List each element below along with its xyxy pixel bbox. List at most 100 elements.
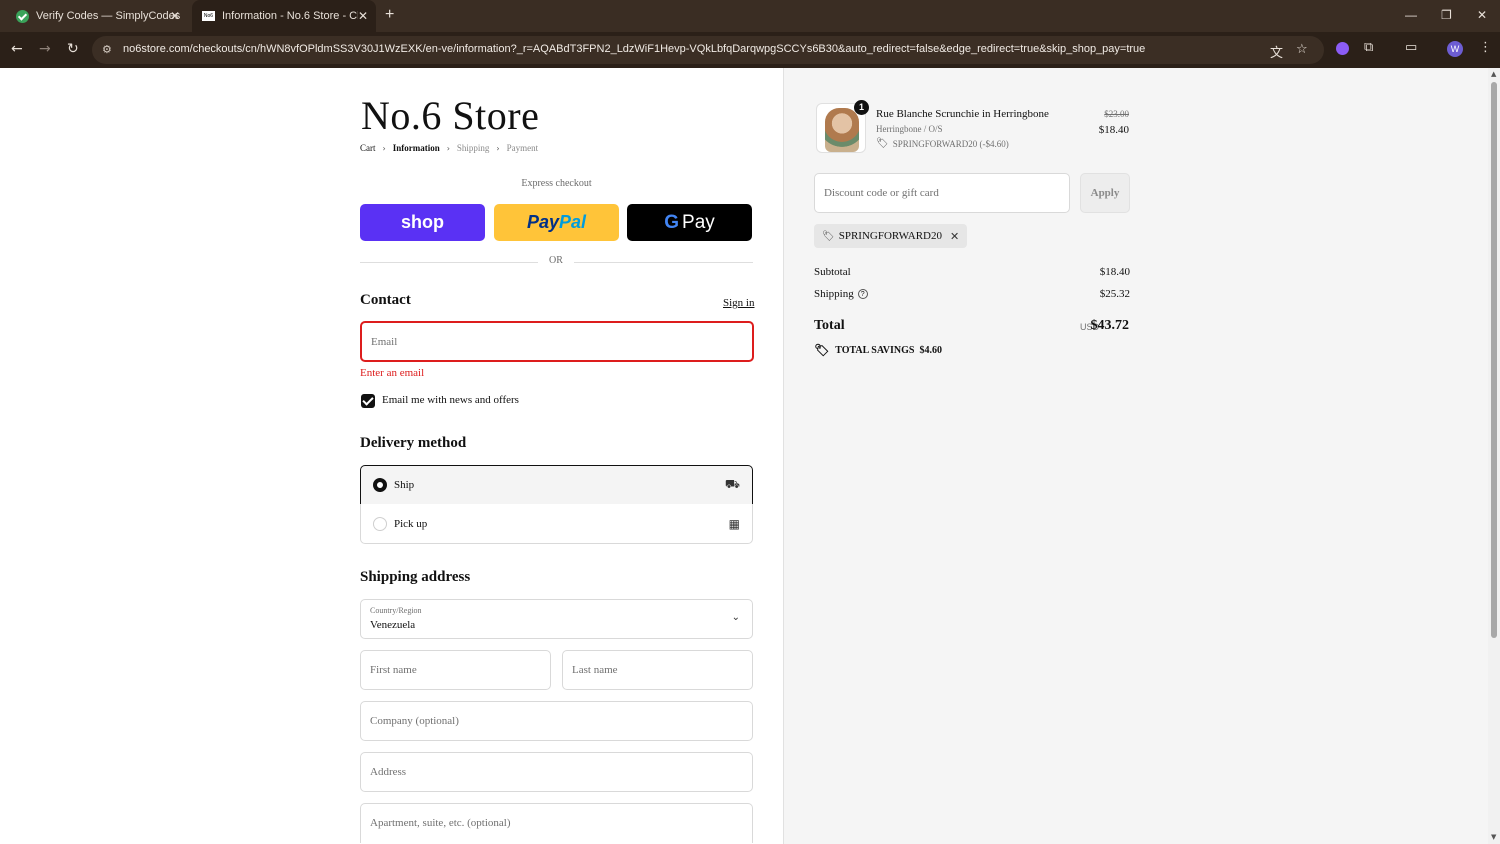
remove-discount-icon[interactable]: ✕ (950, 230, 959, 243)
address-placeholder: Address (370, 766, 407, 778)
truck-icon: ⛟ (724, 477, 740, 491)
quantity-badge: 1 (854, 100, 869, 115)
savings-value: $4.60 (919, 344, 942, 356)
total-value: $43.72 (1090, 318, 1130, 333)
scrollbar-thumb[interactable] (1491, 82, 1497, 638)
apartment-placeholder: Apartment, suite, etc. (optional) (370, 817, 511, 829)
first-name-field[interactable]: First name (360, 650, 551, 690)
company-field[interactable]: Company (optional) (360, 701, 753, 741)
breadcrumb-shipping: Shipping (456, 143, 490, 153)
translate-icon[interactable]: 文 (1270, 42, 1283, 61)
shipping-label: Shipping (814, 288, 854, 300)
sidebar-icon[interactable]: ▭ (1405, 40, 1417, 55)
breadcrumb-payment: Payment (506, 143, 539, 153)
last-name-placeholder: Last name (572, 664, 618, 676)
close-icon[interactable]: ✕ (358, 9, 368, 23)
no6-favicon: No6 (202, 11, 215, 21)
extension-icon[interactable] (1336, 42, 1349, 55)
reload-icon[interactable]: ↻ (67, 41, 79, 57)
tab-title: Verify Codes — SimplyCodes (36, 10, 181, 22)
delivery-option-label: Ship (394, 479, 415, 491)
google-g-icon: G (664, 211, 680, 233)
forward-icon[interactable]: → (39, 41, 51, 57)
avatar[interactable]: W (1447, 41, 1463, 57)
browser-tab-active[interactable]: No6 Information - No.6 Store - Checkout … (192, 0, 376, 32)
restore-icon[interactable]: ❐ (1441, 8, 1452, 22)
express-checkout-label: Express checkout (521, 178, 592, 189)
delivery-option-label: Pick up (394, 517, 428, 530)
subtotal-label: Subtotal (814, 266, 851, 278)
scroll-down-icon[interactable]: ▼ (1491, 833, 1496, 841)
shop-pay-button[interactable]: shop (360, 204, 485, 241)
star-icon[interactable]: ☆ (1296, 42, 1308, 57)
checkout-page: No.6 Store Cart › Information › Shipping… (0, 68, 1500, 844)
close-icon[interactable]: ✕ (170, 9, 180, 23)
email-error: Enter an email (360, 367, 425, 379)
newsletter-label[interactable]: Email me with news and offers (382, 394, 519, 406)
shipping-row: Shipping? $25.32 (814, 288, 1130, 300)
tag-icon: 🏷 (822, 230, 835, 242)
browser-tab[interactable]: Verify Codes — SimplyCodes ✕ (8, 0, 188, 32)
address-bar[interactable]: ⚙ no6store.com/checkouts/cn/hWN8vfOPldmS… (92, 36, 1324, 64)
simplycodes-check-icon (16, 9, 29, 23)
menu-icon[interactable]: ⋮ (1479, 40, 1492, 55)
delivery-option-pickup[interactable]: Pick up ▦ (360, 504, 753, 544)
contact-heading: Contact (360, 292, 411, 308)
product-image (825, 108, 859, 152)
new-tab-icon[interactable]: + (385, 6, 394, 24)
newsletter-checkbox[interactable] (361, 394, 375, 408)
country-label: Country/Region (370, 606, 422, 615)
shipping-value: $25.32 (1099, 288, 1130, 300)
scrollbar[interactable]: ▲ ▼ (1488, 68, 1500, 844)
breadcrumb: Cart › Information › Shipping › Payment (360, 143, 545, 153)
company-placeholder: Company (optional) (370, 715, 459, 727)
paypal-button[interactable]: Pay Pal (494, 204, 619, 241)
first-name-placeholder: First name (370, 664, 417, 676)
tag-icon: 🏷 (814, 343, 830, 357)
breadcrumb-cart[interactable]: Cart (360, 143, 376, 153)
last-name-field[interactable]: Last name (562, 650, 753, 690)
subtotal-row: Subtotal $18.40 (814, 266, 1130, 278)
apartment-field[interactable]: Apartment, suite, etc. (optional) (360, 803, 753, 843)
scroll-up-icon[interactable]: ▲ (1491, 70, 1496, 78)
window-close-icon[interactable]: ✕ (1477, 8, 1487, 22)
tag-icon: 🏷 (876, 138, 889, 149)
email-field[interactable]: Email (360, 321, 754, 362)
original-price: $23.00 (1104, 109, 1129, 119)
address-field[interactable]: Address (360, 752, 753, 792)
browser-tab-bar: Verify Codes — SimplyCodes ✕ No6 Informa… (0, 0, 1500, 32)
help-icon[interactable]: ? (857, 289, 868, 300)
url-text[interactable]: no6store.com/checkouts/cn/hWN8vfOPldmSS3… (123, 43, 1145, 55)
country-select[interactable]: Country/Region Venezuela ⌄ (360, 599, 753, 639)
product-name: Rue Blanche Scrunchie in Herringbone (876, 108, 1049, 120)
delivery-option-ship[interactable]: Ship ⛟ (360, 465, 753, 505)
delivery-heading: Delivery method (360, 435, 467, 451)
store-icon: ▦ (728, 516, 740, 531)
paypal-logo-part: Pay (526, 212, 559, 232)
tab-title: Information - No.6 Store - Checkout (222, 10, 358, 22)
chevron-right-icon: › (496, 143, 500, 153)
discount-code-input[interactable]: Discount code or gift card (814, 173, 1070, 213)
total-savings: 🏷 TOTAL SAVINGS $4.60 (814, 343, 942, 357)
apply-button[interactable]: Apply (1080, 173, 1130, 213)
back-icon[interactable]: ← (11, 41, 23, 57)
chevron-right-icon: › (446, 143, 450, 153)
chevron-right-icon: › (382, 143, 386, 153)
sign-in-link[interactable]: Sign in (723, 297, 754, 309)
country-value: Venezuela (370, 619, 416, 631)
product-variant: Herringbone / O/S (876, 124, 943, 134)
browser-toolbar: ← → ↻ ⚙ no6store.com/checkouts/cn/hWN8vf… (0, 32, 1500, 68)
google-pay-button[interactable]: G Pay (627, 204, 752, 241)
site-settings-icon[interactable]: ⚙ (102, 43, 112, 56)
radio-unselected[interactable] (373, 516, 387, 531)
google-pay-label: Pay (682, 211, 715, 233)
radio-selected[interactable] (373, 478, 387, 492)
breadcrumb-information: Information (392, 143, 440, 153)
item-price: $18.40 (1098, 124, 1129, 136)
extensions-puzzle-icon[interactable]: ⧉ (1364, 40, 1373, 55)
store-title[interactable]: No.6 Store (361, 92, 539, 139)
chevron-down-icon: ⌄ (731, 612, 740, 623)
order-summary: 1 Rue Blanche Scrunchie in Herringbone H… (783, 68, 1488, 844)
applied-code: SPRINGFORWARD20 (838, 230, 943, 242)
minimize-icon[interactable]: — (1405, 8, 1417, 22)
